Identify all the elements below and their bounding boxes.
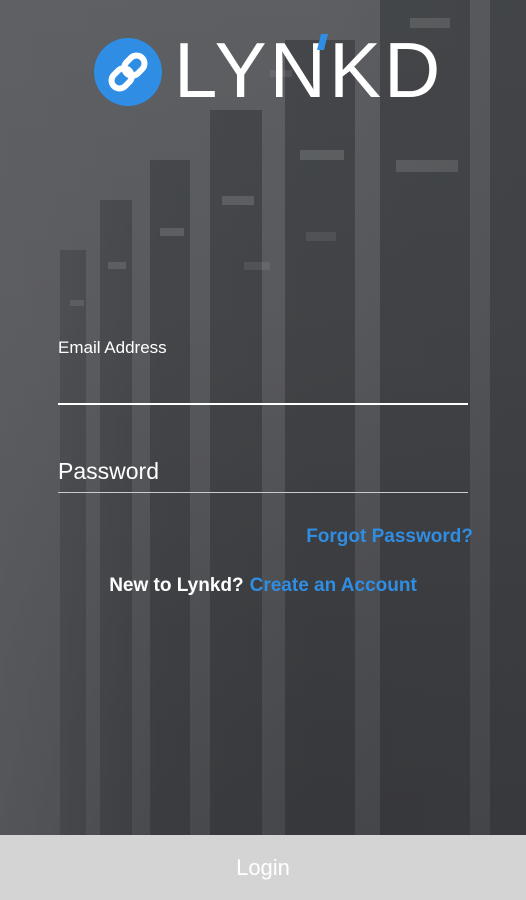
signup-row: New to Lynkd? Create an Account [0,575,526,597]
email-label: Email Address [58,338,167,357]
password-field-group [58,452,468,494]
logo-wordmark: LYNKD [174,26,444,114]
email-field-group: Email Address [58,338,468,406]
email-field[interactable] [58,364,468,402]
forgot-password-link[interactable]: Forgot Password? [306,526,473,548]
password-field[interactable] [58,452,468,490]
app-logo: LYNKD [94,30,440,110]
password-underline [58,492,468,493]
chain-link-icon [94,38,162,106]
background-image [0,0,526,900]
email-underline [58,403,468,405]
login-button[interactable]: Login [0,835,526,900]
signup-prompt: New to Lynkd? [109,575,244,596]
create-account-link[interactable]: Create an Account [250,575,417,596]
